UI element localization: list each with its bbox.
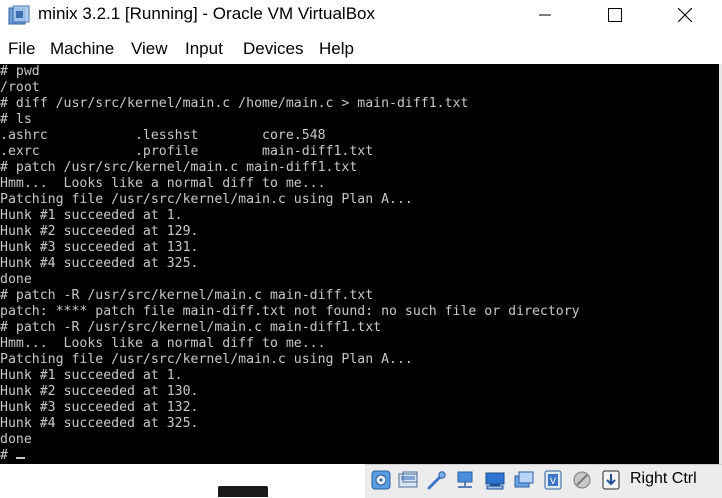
console-line: Hunk #4 succeeded at 325. [0,256,199,271]
console-line: # pwd [0,64,40,79]
console-line: /root [0,80,40,95]
audio-icon[interactable] [425,469,447,491]
console-line: .exrc .profile main-diff1.txt [0,144,374,159]
vm-console[interactable]: # pwd /root # diff /usr/src/kernel/main.… [0,64,722,464]
window-title: minix 3.2.1 [Running] - Oracle VM Virtua… [38,4,375,23]
close-icon [678,8,692,22]
optical-drive-icon[interactable] [397,469,419,491]
console-line: done [0,432,32,447]
video-capture-icon[interactable] [571,469,593,491]
hard-disk-icon[interactable] [370,469,392,491]
menu-machine[interactable]: Machine [50,39,114,59]
virtualbox-app-icon [8,5,30,25]
background-window-fragment [218,486,268,497]
minimize-icon [539,14,551,16]
console-line: done [0,272,32,287]
console-line: patch: **** patch file main-diff.txt not… [0,304,580,319]
maximize-icon [608,8,622,22]
text-cursor [15,457,25,459]
console-line: # ls [0,112,32,127]
console-line: # diff /usr/src/kernel/main.c /home/main… [0,96,469,111]
console-line: Hunk #2 succeeded at 129. [0,224,199,239]
close-button[interactable] [662,0,708,30]
usb-icon[interactable] [484,469,506,491]
minimize-button[interactable] [522,0,568,30]
console-line: Patching file /usr/src/kernel/main.c usi… [0,192,413,207]
console-line: # patch -R /usr/src/kernel/main.c main-d… [0,288,374,303]
mouse-integration-icon[interactable] [600,469,622,491]
console-line: Hunk #2 succeeded at 130. [0,384,199,399]
console-line: Hmm... Looks like a normal diff to me... [0,176,326,191]
menu-devices[interactable]: Devices [243,39,303,59]
maximize-button[interactable] [592,0,638,30]
console-line: Hunk #3 succeeded at 132. [0,400,199,415]
host-key-label[interactable]: Right Ctrl [630,470,697,488]
console-line: Hmm... Looks like a normal diff to me... [0,336,326,351]
menu-help[interactable]: Help [319,39,354,59]
console-line: # patch /usr/src/kernel/main.c main-diff… [0,160,358,175]
console-line: # patch -R /usr/src/kernel/main.c main-d… [0,320,382,335]
menu-file[interactable]: File [8,39,35,59]
console-line: Hunk #1 succeeded at 1. [0,368,183,383]
console-line: Patching file /usr/src/kernel/main.c usi… [0,352,413,367]
display-icon[interactable]: V [542,469,564,491]
menu-view[interactable]: View [131,39,168,59]
console-line: Hunk #4 succeeded at 325. [0,416,199,431]
network-icon[interactable] [454,469,476,491]
menu-input[interactable]: Input [185,39,223,59]
shared-folders-icon[interactable] [513,469,535,491]
console-prompt: # [0,448,16,463]
title-bar[interactable]: minix 3.2.1 [Running] - Oracle VM Virtua… [0,0,722,30]
console-line: .ashrc .lesshst core.548 [0,128,326,143]
console-line: Hunk #1 succeeded at 1. [0,208,183,223]
status-bar-left [0,464,365,497]
console-prompt-line[interactable]: # [0,448,25,464]
menu-bar: File Machine View Input Devices Help [0,38,722,64]
console-line: Hunk #3 succeeded at 131. [0,240,199,255]
svg-text:V: V [550,477,557,487]
